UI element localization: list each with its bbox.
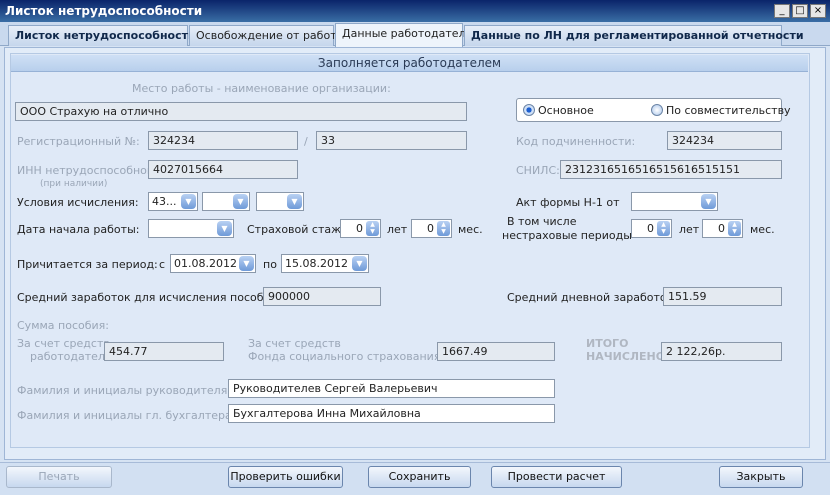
- tab-strip: Листок нетрудоспособности Освобождение о…: [0, 22, 830, 47]
- accountant-field[interactable]: Бухгалтерова Инна Михайловна: [228, 404, 555, 423]
- noninsurance-years-stepper[interactable]: 0 ▲ ▼: [631, 219, 672, 238]
- reg-separator: /: [304, 135, 308, 148]
- radio-part-time[interactable]: [651, 104, 663, 116]
- tab-work-release[interactable]: Освобождение от работы: [189, 25, 345, 46]
- calc-select-1[interactable]: 43... ▼: [148, 192, 198, 211]
- workplace-label: Место работы - наименование организации:: [132, 82, 391, 95]
- title-bar: Листок нетрудоспособности _ □ ×: [0, 0, 830, 22]
- spin-arrows-icon[interactable]: ▲ ▼: [657, 221, 670, 236]
- noninsurance-label-2: нестраховые периоды: [502, 229, 632, 242]
- total-label-2: НАЧИСЛЕНО:: [586, 350, 670, 363]
- fss-share-label-1: За счет средств: [248, 337, 341, 350]
- period-label: Причитается за период:: [17, 258, 158, 271]
- close-button[interactable]: Закрыть: [719, 466, 803, 488]
- total-label: ИТОГО НАЧИСЛЕНО:: [586, 337, 670, 363]
- section-header: Заполняется работодателем: [11, 55, 808, 72]
- spin-arrows-icon[interactable]: ▲ ▼: [437, 221, 450, 236]
- daily-earnings-label: Средний дневной заработок:: [507, 291, 677, 304]
- period-from-value: 01.08.2012: [174, 257, 237, 270]
- calc-select-2[interactable]: ▼: [202, 192, 250, 211]
- stepper-value: 0: [356, 222, 363, 235]
- inn-label: ИНН нетрудоспособного:: [17, 164, 164, 177]
- benefit-label: Сумма пособия:: [17, 319, 109, 332]
- inn-field[interactable]: 4027015664: [148, 160, 298, 179]
- act-date-select[interactable]: ▼: [631, 192, 718, 211]
- radio-main[interactable]: [523, 104, 535, 116]
- workplace-field[interactable]: ООО Страхую на отлично: [15, 102, 467, 121]
- inn-note: (при наличии): [40, 179, 108, 189]
- radio-part-time-label: По совместительству: [666, 104, 791, 117]
- close-icon[interactable]: ×: [810, 4, 826, 18]
- reg-number-field-2[interactable]: 33: [316, 131, 467, 150]
- calc-select-3[interactable]: ▼: [256, 192, 304, 211]
- snils-label: СНИЛС:: [516, 164, 560, 177]
- years-unit: лет: [387, 223, 408, 236]
- months-unit: мес.: [458, 223, 483, 236]
- manager-field[interactable]: Руководителев Сергей Валерьевич: [228, 379, 555, 398]
- daily-earnings-field[interactable]: 151.59: [663, 287, 782, 306]
- years-unit: лет: [679, 223, 700, 236]
- minimize-icon[interactable]: _: [774, 4, 790, 18]
- period-from-label: с: [159, 258, 166, 271]
- print-button[interactable]: Печать: [6, 466, 112, 488]
- stepper-value: 0: [427, 222, 434, 235]
- chevron-down-icon[interactable]: ▼: [287, 194, 302, 209]
- period-to-value: 15.08.2012: [285, 257, 348, 270]
- snils-field[interactable]: 2312316516516515616515151: [560, 160, 782, 179]
- period-from-date[interactable]: 01.08.2012 ▼: [170, 254, 256, 273]
- noninsurance-months-stepper[interactable]: 0 ▲ ▼: [702, 219, 743, 238]
- noninsurance-label-1: В том числе: [507, 215, 577, 228]
- manager-label: Фамилия и инициалы руководителя:: [17, 384, 232, 397]
- fss-share-field[interactable]: 1667.49: [437, 342, 555, 361]
- tab-employer-data[interactable]: Данные работодателя: [335, 23, 472, 47]
- calc-select-value: 43...: [152, 195, 177, 208]
- employment-type-group: Основное По совместительству: [516, 98, 791, 122]
- subordination-field[interactable]: 324234: [667, 131, 782, 150]
- total-label-1: ИТОГО: [586, 337, 629, 350]
- spin-arrows-icon[interactable]: ▲ ▼: [728, 221, 741, 236]
- employer-share-label-2: работодателя:: [30, 350, 116, 363]
- chevron-down-icon[interactable]: ▼: [217, 221, 232, 236]
- subordination-label: Код подчиненности:: [516, 135, 636, 148]
- spin-arrows-icon[interactable]: ▲ ▼: [366, 221, 379, 236]
- months-unit: мес.: [750, 223, 775, 236]
- reg-number-field[interactable]: 324234: [148, 131, 298, 150]
- chevron-down-icon[interactable]: ▼: [233, 194, 248, 209]
- chevron-down-icon[interactable]: ▼: [352, 256, 367, 271]
- employer-share-label-1: За счет средств: [17, 337, 110, 350]
- tab-sick-leave[interactable]: Листок нетрудоспособности: [8, 25, 196, 46]
- chevron-down-icon[interactable]: ▼: [181, 194, 196, 209]
- avg-earnings-label: Средний заработок для исчисления пособия…: [17, 291, 281, 304]
- chevron-down-icon[interactable]: ▼: [239, 256, 254, 271]
- tab-reporting-data[interactable]: Данные по ЛН для регламентированной отче…: [464, 25, 804, 46]
- window-title: Листок нетрудоспособности: [5, 4, 203, 18]
- stepper-value: 0: [718, 222, 725, 235]
- tab-label: Листок нетрудоспособности: [15, 29, 196, 42]
- reg-label: Регистрационный №:: [17, 135, 140, 148]
- insurance-months-stepper[interactable]: 0 ▲ ▼: [411, 219, 452, 238]
- fss-share-label-2: Фонда социального страхования РФ:: [248, 350, 464, 363]
- save-button[interactable]: Сохранить: [368, 466, 471, 488]
- tab-label: Данные работодателя: [342, 27, 473, 40]
- maximize-icon[interactable]: □: [792, 4, 808, 18]
- calculate-button[interactable]: Провести расчет: [491, 466, 622, 488]
- avg-earnings-field[interactable]: 900000: [263, 287, 381, 306]
- chevron-down-icon[interactable]: ▼: [701, 194, 716, 209]
- insurance-years-stepper[interactable]: 0 ▲ ▼: [340, 219, 381, 238]
- act-label: Акт формы Н-1 от: [516, 196, 620, 209]
- calc-label: Условия исчисления:: [17, 196, 139, 209]
- stepper-value: 0: [647, 222, 654, 235]
- period-to-date[interactable]: 15.08.2012 ▼: [281, 254, 369, 273]
- period-to-label: по: [263, 258, 277, 271]
- start-date-select[interactable]: ▼: [148, 219, 234, 238]
- start-label: Дата начала работы:: [17, 223, 140, 236]
- tab-label: Данные по ЛН для регламентированной отче…: [471, 29, 804, 42]
- radio-main-label: Основное: [538, 104, 594, 117]
- tab-label: Освобождение от работы: [196, 29, 346, 42]
- total-field[interactable]: 2 122,26р.: [661, 342, 782, 361]
- accountant-label: Фамилия и инициалы гл. бухгалтера:: [17, 409, 236, 422]
- employer-share-field[interactable]: 454.77: [104, 342, 224, 361]
- check-errors-button[interactable]: Проверить ошибки: [228, 466, 343, 488]
- insurance-label: Страховой стаж:: [247, 223, 345, 236]
